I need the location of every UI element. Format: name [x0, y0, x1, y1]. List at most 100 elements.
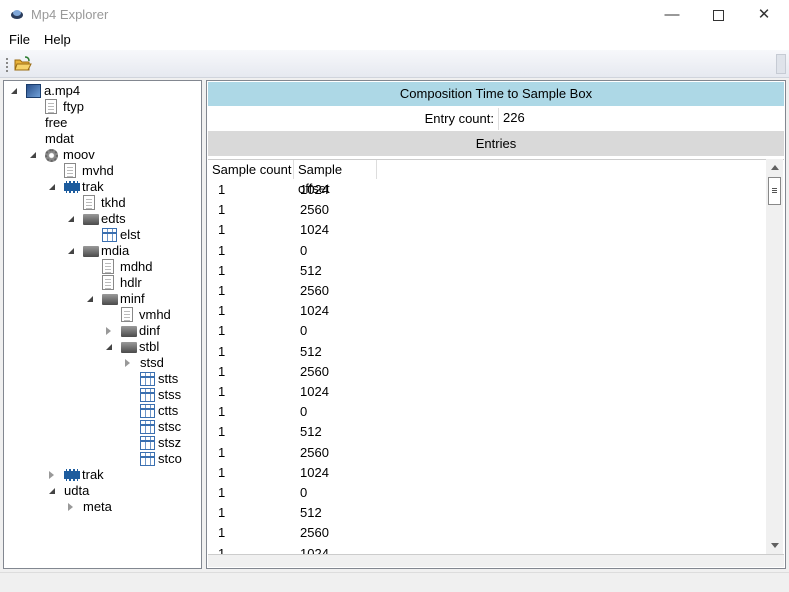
table-row[interactable]: 10: [208, 321, 766, 341]
entries-grid[interactable]: Sample count Sample offset 1 1024 1 2560 1 10…: [208, 159, 784, 554]
tree-node[interactable]: stss: [4, 387, 199, 403]
tree-node[interactable]: stsz: [4, 435, 199, 451]
table-row[interactable]: 1 512: [208, 261, 766, 281]
tree-node[interactable]: trak: [4, 467, 199, 483]
tree-node[interactable]: stbl: [4, 339, 199, 355]
table-row[interactable]: 1 2560: [208, 523, 766, 543]
table-row[interactable]: 1 2560: [208, 200, 766, 220]
tree-node[interactable]: edts: [4, 211, 199, 227]
close-button[interactable]: ✕: [741, 0, 787, 30]
tree-node[interactable]: trak: [4, 179, 199, 195]
sample-count-cell: 1: [218, 545, 226, 554]
box-tree[interactable]: a.mp4 ftyp free mdat moov mvhd trak tkhd edts els…: [3, 80, 202, 569]
tree-node[interactable]: mdhd: [4, 259, 199, 275]
expanded-arrow-icon[interactable]: [87, 296, 93, 302]
scroll-down-icon[interactable]: [771, 543, 779, 548]
sample-offset-cell: 0: [300, 242, 308, 258]
tree-node[interactable]: mdat: [4, 131, 199, 147]
expanded-arrow-icon[interactable]: [68, 216, 74, 222]
table-row[interactable]: 1 1024: [208, 544, 766, 554]
tree-node[interactable]: mvhd: [4, 163, 199, 179]
tree-node[interactable]: minf: [4, 291, 199, 307]
toolbar-grip[interactable]: [6, 58, 8, 72]
sample-count-cell: 1: [218, 525, 226, 541]
table-row[interactable]: 1 2560: [208, 443, 766, 463]
column-header-sample-count[interactable]: Sample count: [208, 160, 294, 179]
sample-count-cell: 1: [218, 242, 226, 258]
tree-node[interactable]: stts: [4, 371, 199, 387]
folder-icon: [83, 214, 99, 225]
expanded-arrow-icon[interactable]: [49, 184, 55, 190]
tree-node[interactable]: udta: [4, 483, 199, 499]
column-header-sample-offset[interactable]: Sample offset: [294, 160, 377, 196]
tree-node[interactable]: a.mp4: [4, 83, 199, 99]
scroll-thumb[interactable]: [768, 177, 781, 205]
vertical-scrollbar[interactable]: [766, 159, 783, 554]
sample-offset-cell: 1024: [300, 303, 329, 319]
collapsed-arrow-icon[interactable]: [49, 471, 54, 479]
table-row[interactable]: 1 512: [208, 342, 766, 362]
tree-node[interactable]: ftyp: [4, 99, 199, 115]
table-row[interactable]: 1 1024: [208, 463, 766, 483]
table-row[interactable]: 1 1024: [208, 301, 766, 321]
close-icon: ✕: [757, 6, 771, 23]
gear-icon: [45, 149, 58, 162]
table-row[interactable]: 1 512: [208, 503, 766, 523]
open-folder-icon[interactable]: [14, 56, 32, 72]
expanded-arrow-icon[interactable]: [30, 152, 36, 158]
sample-count-cell: 1: [218, 182, 226, 197]
collapsed-arrow-icon[interactable]: [125, 359, 130, 367]
document-icon: [83, 195, 95, 210]
table-row[interactable]: 1 1024: [208, 180, 766, 200]
tree-node[interactable]: stco: [4, 451, 199, 467]
sample-count-cell: 1: [218, 343, 226, 359]
sample-offset-cell: 1024: [300, 222, 329, 238]
table-row[interactable]: 1 512: [208, 422, 766, 442]
minimize-button[interactable]: —: [649, 0, 695, 30]
tree-node[interactable]: stsc: [4, 419, 199, 435]
tree-node[interactable]: meta: [4, 499, 199, 515]
sample-offset-cell: 1024: [300, 384, 329, 399]
tree-node[interactable]: ctts: [4, 403, 199, 419]
entry-count-row: Entry count: 226: [208, 106, 784, 131]
toolbar-overflow-button[interactable]: [776, 54, 786, 74]
sample-offset-cell: 512: [300, 424, 322, 440]
maximize-button[interactable]: [695, 0, 741, 30]
tree-node-label: hdlr: [120, 275, 142, 290]
tree-node[interactable]: vmhd: [4, 307, 199, 323]
expanded-arrow-icon[interactable]: [49, 488, 55, 494]
tree-node[interactable]: mdia: [4, 243, 199, 259]
table-row[interactable]: 1 1024: [208, 220, 766, 240]
tree-node-label: a.mp4: [44, 83, 81, 98]
expanded-arrow-icon[interactable]: [106, 344, 112, 350]
tree-node[interactable]: dinf: [4, 323, 199, 339]
expanded-arrow-icon[interactable]: [68, 248, 74, 254]
scroll-up-icon[interactable]: [771, 165, 779, 170]
sample-count-cell: 1: [218, 404, 226, 420]
table-row[interactable]: 10: [208, 241, 766, 261]
table-row[interactable]: 1 1024: [208, 382, 766, 402]
tree-node[interactable]: stsd: [4, 355, 199, 371]
tree-node[interactable]: elst: [4, 227, 199, 243]
tree-node[interactable]: tkhd: [4, 195, 199, 211]
menu-file[interactable]: File: [9, 32, 30, 47]
tree-node[interactable]: moov: [4, 147, 199, 163]
sample-count-cell: 1: [218, 222, 226, 238]
table-row[interactable]: 1 2560: [208, 362, 766, 382]
collapsed-arrow-icon[interactable]: [106, 327, 111, 335]
collapsed-arrow-icon[interactable]: [68, 503, 73, 511]
table-row[interactable]: 1 2560: [208, 281, 766, 301]
document-icon: [64, 163, 76, 178]
table-row[interactable]: 10: [208, 483, 766, 503]
tree-node-label: mdat: [45, 131, 74, 146]
folder-icon: [83, 246, 99, 257]
entry-count-value[interactable]: 226: [498, 108, 784, 130]
folder-icon: [102, 294, 118, 305]
table-row[interactable]: 10: [208, 402, 766, 422]
tree-node[interactable]: free: [4, 115, 199, 131]
expanded-arrow-icon[interactable]: [11, 88, 17, 94]
sample-offset-cell: 0: [300, 323, 308, 339]
tree-node-label: stts: [158, 371, 179, 386]
menu-help[interactable]: Help: [44, 32, 71, 47]
tree-node[interactable]: hdlr: [4, 275, 199, 291]
